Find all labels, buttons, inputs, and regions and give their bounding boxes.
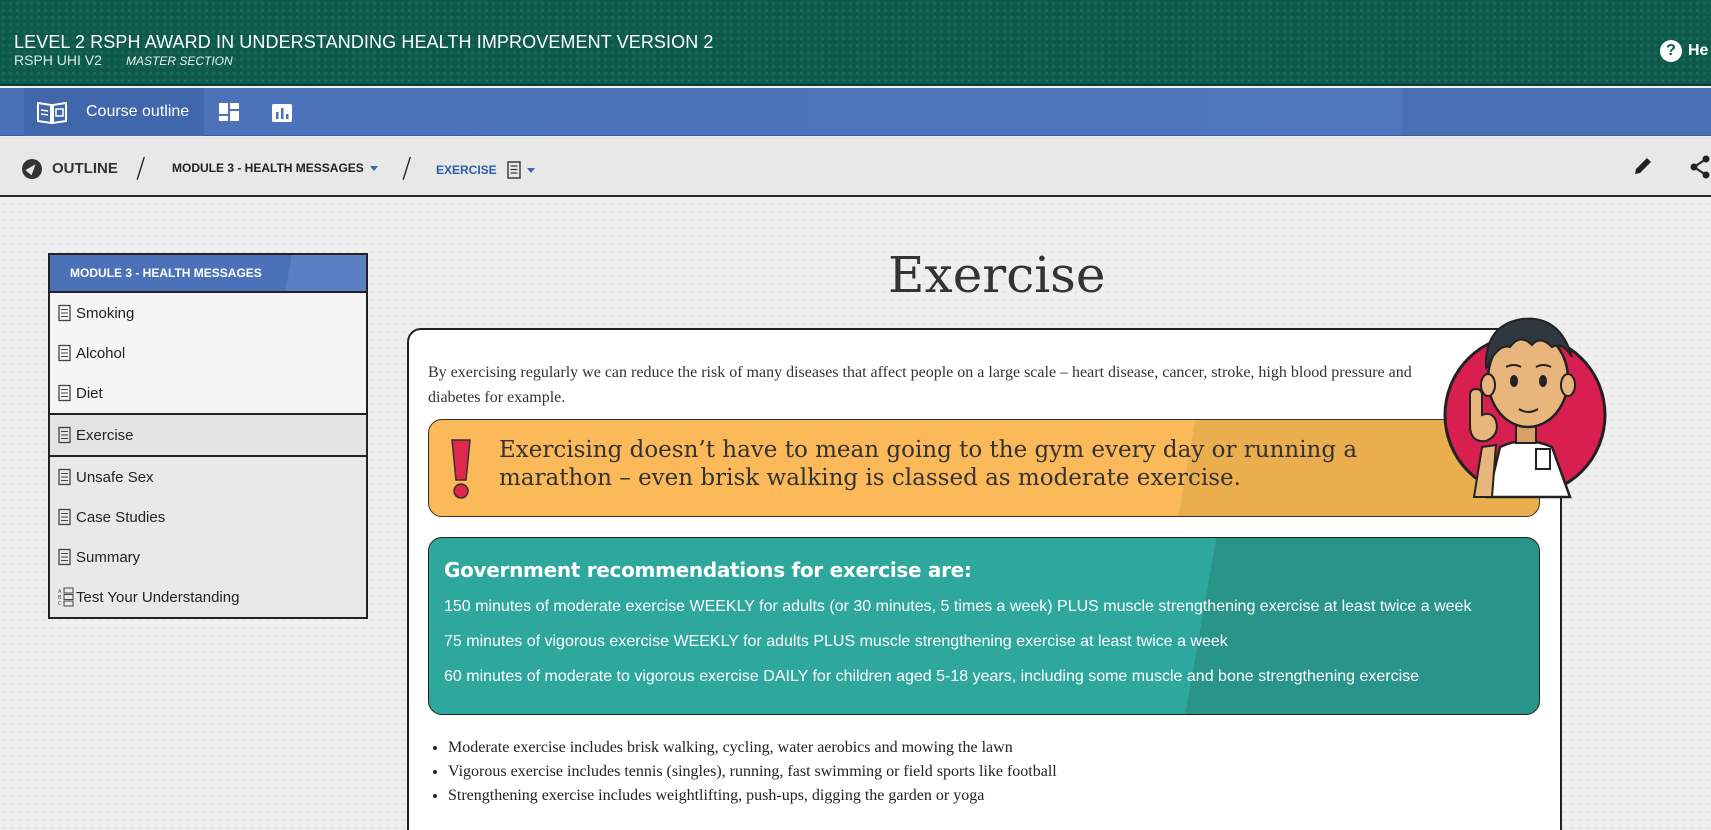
document-icon bbox=[58, 304, 71, 322]
compass-icon bbox=[22, 159, 42, 179]
breadcrumb-separator: / bbox=[136, 151, 146, 184]
edit-pencil-icon[interactable] bbox=[1632, 155, 1654, 177]
breadcrumb-separator: / bbox=[402, 151, 412, 184]
section-label: MASTER SECTION bbox=[126, 54, 233, 68]
sidebar-item-exercise[interactable]: Exercise bbox=[50, 413, 366, 457]
top-header: LEVEL 2 RSPH AWARD IN UNDERSTANDING HEAL… bbox=[0, 0, 1711, 86]
callout-text: Exercising doesn’t have to mean going to… bbox=[499, 437, 1358, 491]
sidebar-item-label: Diet bbox=[76, 384, 103, 402]
breadcrumb-module[interactable]: MODULE 3 - HEALTH MESSAGES bbox=[172, 161, 378, 175]
module-menu: MODULE 3 - HEALTH MESSAGES Smoking Alcoh… bbox=[48, 253, 368, 619]
sidebar-item-smoking[interactable]: Smoking bbox=[50, 293, 366, 333]
breadcrumb-current[interactable]: EXERCISE bbox=[436, 161, 535, 179]
document-icon bbox=[58, 548, 71, 566]
sidebar-item-label: Case Studies bbox=[76, 508, 166, 526]
chevron-down-icon bbox=[369, 166, 378, 172]
breadcrumb-module-label: MODULE 3 - HEALTH MESSAGES bbox=[172, 161, 364, 175]
list-item: Strengthening exercise includes weightli… bbox=[448, 784, 1057, 808]
breadcrumb: OUTLINE / MODULE 3 - HEALTH MESSAGES / E… bbox=[0, 137, 1711, 197]
document-icon bbox=[58, 344, 71, 362]
dashboard-icon[interactable] bbox=[218, 102, 240, 122]
sidebar-item-summary[interactable]: Summary bbox=[50, 537, 366, 577]
svg-text:C: C bbox=[58, 601, 62, 607]
nav-bar: Course outline bbox=[0, 88, 1711, 136]
sidebar-item-test-your-understanding[interactable]: A B C Test Your Understanding bbox=[50, 577, 366, 617]
course-code: RSPH UHI V2 bbox=[14, 52, 102, 68]
recommendation-line: 150 minutes of moderate exercise WEEKLY … bbox=[444, 598, 1472, 615]
exclamation-icon bbox=[451, 439, 471, 499]
help-icon: ? bbox=[1660, 40, 1682, 62]
chevron-down-icon bbox=[526, 167, 535, 173]
sidebar-item-label: Test Your Understanding bbox=[76, 588, 240, 606]
nurse-mascot-illustration bbox=[1443, 317, 1607, 499]
book-icon bbox=[37, 101, 67, 125]
help-button[interactable]: ? He bbox=[1660, 40, 1708, 62]
report-chart-icon[interactable] bbox=[272, 104, 292, 122]
course-outline-tab[interactable]: Course outline bbox=[24, 88, 204, 136]
document-icon bbox=[58, 508, 71, 526]
breadcrumb-outline[interactable]: OUTLINE bbox=[52, 160, 118, 177]
share-icon[interactable] bbox=[1690, 155, 1710, 179]
tip-callout: Exercising doesn’t have to mean going to… bbox=[428, 419, 1540, 517]
intro-text: By exercising regularly we can reduce th… bbox=[428, 364, 1412, 406]
module-menu-heading: MODULE 3 - HEALTH MESSAGES bbox=[50, 255, 366, 293]
recommendations-box: Government recommendations for exercise … bbox=[428, 537, 1540, 715]
sidebar-item-label: Exercise bbox=[76, 426, 134, 444]
page-title: Exercise bbox=[888, 246, 1106, 304]
sidebar-item-unsafe-sex[interactable]: Unsafe Sex bbox=[50, 457, 366, 497]
help-label: He bbox=[1688, 42, 1709, 59]
document-icon bbox=[58, 468, 71, 486]
document-icon bbox=[58, 426, 71, 444]
sidebar-item-diet[interactable]: Diet bbox=[50, 373, 366, 413]
sidebar-item-label: Smoking bbox=[76, 304, 135, 322]
document-icon bbox=[58, 384, 71, 402]
sidebar-item-alcohol[interactable]: Alcohol bbox=[50, 333, 366, 373]
course-title: LEVEL 2 RSPH AWARD IN UNDERSTANDING HEAL… bbox=[14, 32, 714, 52]
recommendation-line: 60 minutes of moderate to vigorous exerc… bbox=[444, 668, 1420, 685]
sidebar-item-label: Summary bbox=[76, 548, 141, 566]
quiz-icon: A B C bbox=[58, 587, 74, 607]
course-outline-label: Course outline bbox=[86, 103, 190, 120]
exercise-bullets: Moderate exercise includes brisk walking… bbox=[448, 736, 1057, 808]
recommendations-title: Government recommendations for exercise … bbox=[444, 558, 972, 582]
breadcrumb-current-label: EXERCISE bbox=[436, 163, 497, 177]
recommendation-line: 75 minutes of vigorous exercise WEEKLY f… bbox=[444, 633, 1228, 650]
document-icon bbox=[506, 161, 521, 179]
sidebar-item-case-studies[interactable]: Case Studies bbox=[50, 497, 366, 537]
list-item: Moderate exercise includes brisk walking… bbox=[448, 736, 1057, 760]
sidebar-item-label: Alcohol bbox=[76, 344, 126, 362]
sidebar-item-label: Unsafe Sex bbox=[76, 468, 154, 486]
list-item: Vigorous exercise includes tennis (singl… bbox=[448, 760, 1057, 784]
